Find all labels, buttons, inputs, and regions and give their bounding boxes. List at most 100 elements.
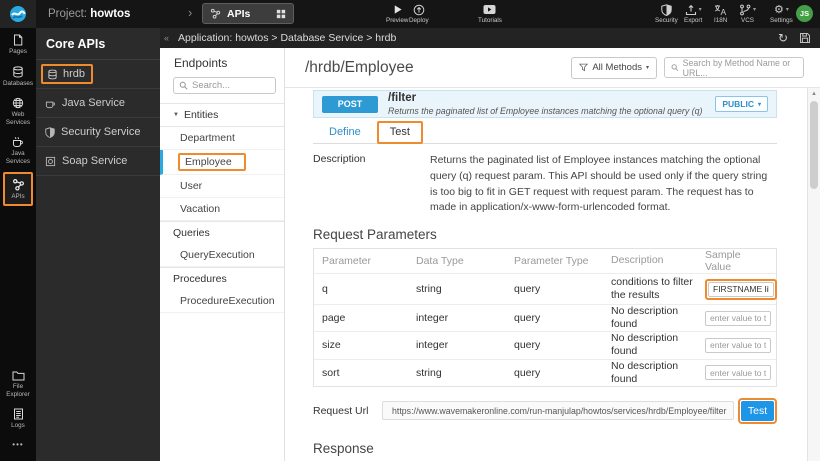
api-detail-header: /hrdb/Employee All Methods ▾ Search by M… <box>285 48 820 88</box>
methods-filter-dropdown[interactable]: All Methods ▾ <box>571 57 657 79</box>
request-url-value[interactable]: https://www.wavemakeronline.com/run-manj… <box>382 401 734 420</box>
chevron-right-icon: › <box>188 5 192 20</box>
endpoints-section-entities[interactable]: ▼ Entities <box>160 103 284 127</box>
translate-icon: A <box>714 4 727 16</box>
endpoints-title: Endpoints <box>160 48 284 77</box>
page-title: /hrdb/Employee <box>305 59 564 77</box>
test-button[interactable]: Test <box>741 401 774 421</box>
chevron-down-icon: ▾ <box>699 6 702 13</box>
core-api-item-soap-service[interactable]: Soap Service <box>36 147 160 176</box>
collapse-arrow-icon: ▼ <box>173 112 179 118</box>
log-file-icon <box>13 408 24 420</box>
endpoint-item-employee[interactable]: Employee <box>160 150 284 175</box>
database-icon <box>47 69 58 80</box>
chevron-down-icon: ▾ <box>786 6 789 13</box>
endpoints-search-input[interactable]: Search... <box>173 77 276 94</box>
chevron-down-icon: ▾ <box>758 101 761 108</box>
endpoint-item-vacation[interactable]: Vacation <box>160 198 284 221</box>
wavemaker-studio: Project: howtos › APIs Preview Deploy <box>0 0 820 461</box>
sidebar-item-databases[interactable]: Databases <box>0 60 36 92</box>
hrdb-annotation-highlight: hrdb <box>41 64 93 84</box>
description-label: Description <box>313 153 430 216</box>
top-bar: Project: howtos › APIs Preview Deploy <box>0 0 820 28</box>
video-icon <box>483 4 496 15</box>
export-icon <box>685 4 697 16</box>
sidebar-item-file-explorer[interactable]: File Explorer <box>0 364 36 402</box>
q-input-annotation-highlight <box>705 279 777 300</box>
request-parameters-table: Parameter Data Type Parameter Type Descr… <box>313 248 777 387</box>
preview-button[interactable]: Preview <box>386 3 408 24</box>
visibility-dropdown[interactable]: PUBLIC ▾ <box>715 96 768 112</box>
api-icon <box>210 8 221 19</box>
export-button[interactable]: ▾ Export <box>684 3 702 24</box>
endpoints-section-procedures[interactable]: Procedures <box>160 267 284 290</box>
sample-value-input-page[interactable] <box>705 311 771 326</box>
table-row: size integer query No description found <box>314 331 776 358</box>
sidebar-item-pages[interactable]: Pages <box>0 28 36 60</box>
save-icon[interactable] <box>799 32 811 44</box>
endpoint-item-queryexecution[interactable]: QueryExecution <box>160 244 284 267</box>
page-scrollbar-thumb[interactable] <box>810 101 818 189</box>
more-options-icon[interactable]: ••• <box>0 434 36 455</box>
api-detail-scroll-area: POST /filter Returns the paginated list … <box>285 88 807 461</box>
application-breadcrumb-bar: « Application: howtos > Database Service… <box>160 28 820 48</box>
breadcrumb: Application: howtos > Database Service >… <box>178 32 778 44</box>
grid-icon[interactable] <box>276 9 286 19</box>
collapse-panel-icon[interactable]: « <box>160 33 178 43</box>
coffee-icon <box>45 98 56 109</box>
table-row: q string query conditions to filter the … <box>314 273 776 304</box>
deploy-button[interactable]: Deploy <box>409 3 429 24</box>
scroll-up-icon[interactable]: ▲ <box>808 88 820 97</box>
search-icon <box>671 63 679 72</box>
tab-test[interactable]: Test <box>377 121 423 144</box>
sample-value-input-size[interactable] <box>705 338 771 353</box>
tab-define[interactable]: Define <box>317 126 373 143</box>
endpoint-item-department[interactable]: Department <box>160 127 284 150</box>
deploy-icon <box>413 4 425 16</box>
employee-annotation-highlight: Employee <box>178 153 246 171</box>
sidebar-item-apis[interactable]: APIs <box>3 172 33 206</box>
method-search-input[interactable]: Search by Method Name or URL... <box>664 57 804 78</box>
page-scrollbar[interactable]: ▲ <box>807 88 820 461</box>
tutorials-button[interactable]: Tutorials <box>478 3 502 24</box>
chevron-down-icon: ▾ <box>753 6 756 13</box>
endpoint-tabs: Define Test <box>313 120 777 144</box>
sample-value-input-sort[interactable] <box>705 365 771 380</box>
endpoints-section-queries[interactable]: Queries <box>160 221 284 244</box>
sidebar-item-logs[interactable]: Logs <box>0 402 36 434</box>
sidebar-item-web-services[interactable]: Web Services <box>0 91 36 130</box>
apis-workspace-tab[interactable]: APIs <box>202 3 294 24</box>
core-api-item-java-service[interactable]: Java Service <box>36 89 160 118</box>
folder-icon <box>12 370 25 381</box>
user-avatar[interactable]: JS <box>796 5 813 22</box>
sample-value-input-q[interactable] <box>708 282 774 297</box>
left-nav-bottom-group: File Explorer Logs ••• <box>0 364 36 455</box>
endpoint-card-filter[interactable]: POST /filter Returns the paginated list … <box>313 90 777 118</box>
table-row: page integer query No description found <box>314 304 776 331</box>
endpoint-item-user[interactable]: User <box>160 175 284 198</box>
table-row: sort string query No description found <box>314 359 776 386</box>
i18n-button[interactable]: A I18N <box>714 3 727 24</box>
settings-button[interactable]: ⚙ ▾ Settings <box>770 3 793 24</box>
svg-text:A: A <box>721 7 727 16</box>
core-api-item-hrdb[interactable]: hrdb <box>36 60 160 89</box>
endpoint-path: /filter <box>388 92 705 105</box>
description-row: Description Returns the paginated list o… <box>313 153 777 216</box>
gear-icon: ⚙ <box>774 4 784 15</box>
http-method-badge: POST <box>322 96 378 113</box>
request-url-row: Request Url https://www.wavemakeronline.… <box>313 398 777 424</box>
security-button[interactable]: Security <box>655 3 678 24</box>
core-api-item-security-service[interactable]: Security Service <box>36 118 160 147</box>
api-detail-panel: /hrdb/Employee All Methods ▾ Search by M… <box>285 48 820 461</box>
sidebar-item-java-services[interactable]: Java Services <box>0 130 36 169</box>
wavemaker-logo[interactable] <box>0 0 36 28</box>
refresh-icon[interactable]: ↻ <box>778 33 788 44</box>
database-icon <box>12 66 24 78</box>
table-header-row: Parameter Data Type Parameter Type Descr… <box>314 249 776 273</box>
api-icon <box>12 178 25 191</box>
branch-icon <box>739 4 751 16</box>
response-heading: Response <box>313 441 777 456</box>
endpoint-item-procedureexecution[interactable]: ProcedureExecution <box>160 290 284 313</box>
vcs-button[interactable]: ▾ VCS <box>739 3 756 24</box>
endpoints-panel: Endpoints Search... ▼ Entities Departmen… <box>160 48 285 461</box>
